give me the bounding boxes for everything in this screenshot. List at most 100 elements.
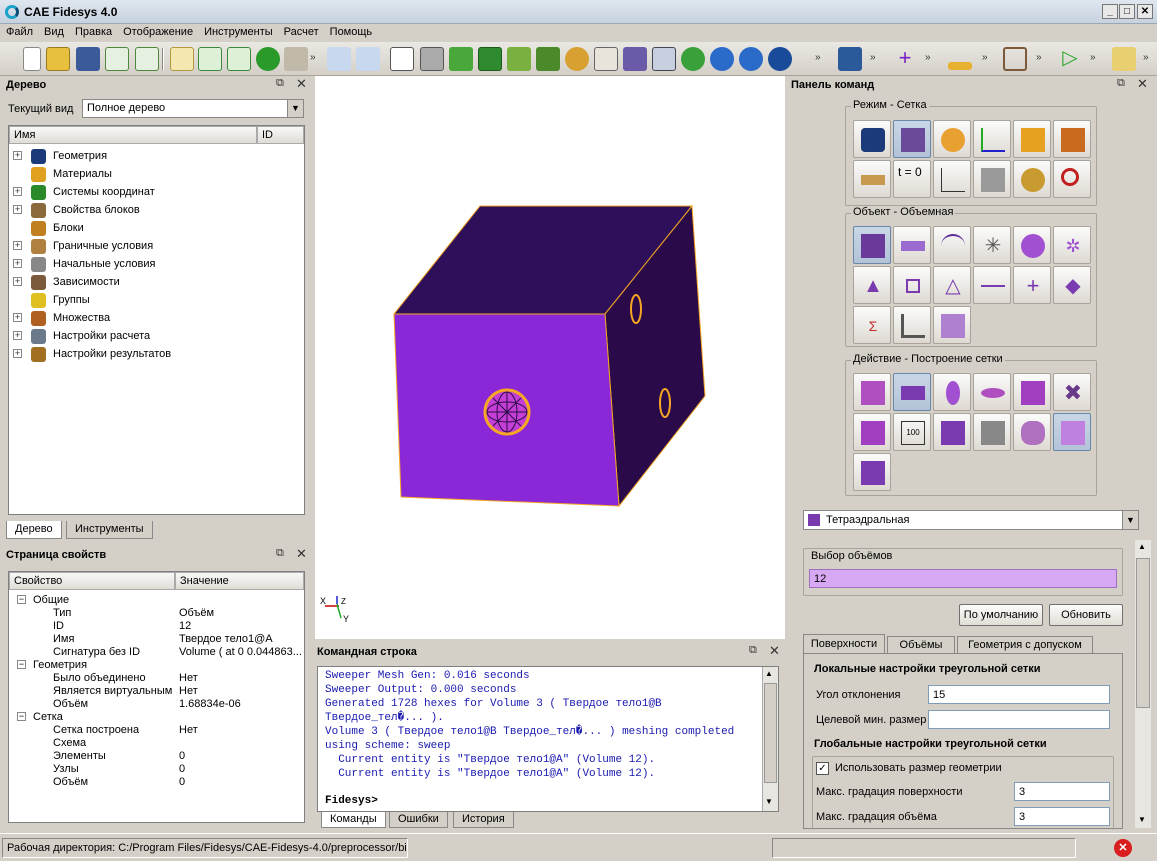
property-key[interactable]: Является виртуальным (53, 685, 172, 697)
export-icon[interactable] (135, 47, 159, 71)
tab-tree[interactable]: Дерево (6, 521, 62, 539)
mode-blocks-button[interactable] (1013, 120, 1051, 158)
property-key[interactable]: Элементы (53, 750, 106, 762)
use-geometry-checkbox[interactable]: ✓ (816, 762, 829, 775)
property-key[interactable]: Схема (53, 737, 86, 749)
object-quad-button[interactable] (893, 266, 931, 304)
zoom-in-icon[interactable] (710, 47, 734, 71)
maximize-button[interactable]: □ (1119, 4, 1135, 19)
bounding-box-icon[interactable] (1003, 47, 1027, 71)
menu-tools[interactable]: Инструменты (198, 24, 278, 38)
tree-item[interactable]: Материалы (9, 166, 299, 184)
mode-bc-button[interactable] (853, 160, 891, 198)
action-copy-button[interactable] (1013, 373, 1051, 411)
col-property-header[interactable]: Свойство (9, 572, 175, 590)
object-curve-button[interactable] (933, 226, 971, 264)
graphics-viewport[interactable]: X Y Z (315, 76, 785, 639)
pause-icon[interactable] (256, 47, 280, 71)
mode-calc-button[interactable] (973, 160, 1011, 198)
property-key[interactable]: Сигнатура без ID (53, 646, 140, 658)
tree-item[interactable]: + Множества (9, 310, 299, 328)
collapse-icon[interactable]: − (17, 660, 26, 669)
expand-icon[interactable]: + (13, 187, 22, 196)
undock-icon[interactable]: ⧉ (276, 77, 284, 90)
collapse-icon[interactable]: − (17, 712, 26, 721)
action-smooth-button[interactable] (973, 373, 1011, 411)
action-cylinder-button[interactable] (1013, 413, 1051, 451)
object-group-button[interactable] (1013, 226, 1051, 264)
update-button[interactable]: Обновить (1049, 604, 1123, 626)
close-button[interactable]: ✕ (1137, 4, 1153, 19)
action-sweep-button[interactable] (853, 453, 891, 491)
toolbar-more-icon-3[interactable]: » (870, 52, 876, 63)
record-id-icon[interactable] (227, 47, 251, 71)
property-key[interactable]: ID (53, 620, 64, 632)
action-delete-button[interactable]: ✖ (1053, 373, 1091, 411)
tree-item[interactable]: + Начальные условия (9, 256, 299, 274)
property-key[interactable]: Сетка построена (53, 724, 139, 736)
min-size-input[interactable] (928, 710, 1110, 729)
menu-help[interactable]: Помощь (324, 24, 378, 38)
object-tri-button[interactable]: △ (933, 266, 971, 304)
mode-initial-button[interactable]: t = 0 (893, 160, 931, 198)
expand-icon[interactable]: + (13, 313, 22, 322)
toolbar-more-icon-2[interactable]: » (815, 52, 821, 63)
col-name-header[interactable]: Имя (9, 126, 257, 144)
scroll-down-icon[interactable]: ▼ (765, 797, 773, 806)
tree-item[interactable]: + Настройки результатов (9, 346, 299, 364)
expand-icon[interactable]: + (13, 259, 22, 268)
undock-icon[interactable]: ⧉ (276, 547, 284, 560)
mode-material-button[interactable] (933, 120, 971, 158)
sort-z-icon[interactable] (1112, 47, 1136, 71)
surface-gradation-input[interactable]: 3 (1014, 782, 1110, 801)
toolbar-more-icon[interactable]: » (310, 52, 316, 63)
expand-icon[interactable]: + (13, 277, 22, 286)
command-output[interactable]: Sweeper Mesh Gen: 0.016 seconds Sweeper O… (317, 666, 779, 812)
property-key[interactable]: Было объединено (53, 672, 146, 684)
build-hammer-icon[interactable] (284, 47, 308, 71)
mode-mesh-button[interactable] (893, 120, 931, 158)
property-group[interactable]: Геометрия (33, 659, 87, 671)
menu-edit[interactable]: Правка (69, 24, 117, 38)
action-mesh-button[interactable] (893, 373, 931, 411)
import-icon[interactable] (105, 47, 129, 71)
mode-dependencies-button[interactable] (933, 160, 971, 198)
command-panel-scrollbar[interactable]: ▲ ▼ (1135, 540, 1151, 828)
mode-geometry-button[interactable] (853, 120, 891, 158)
menu-display[interactable]: Отображение (117, 24, 198, 38)
command-prompt[interactable]: Fidesys> (325, 795, 378, 807)
toolbar-more-icon-4[interactable]: » (925, 52, 931, 63)
select-pointer-icon[interactable] (327, 47, 351, 71)
toolbar-more-icon-6[interactable]: » (1036, 52, 1042, 63)
geometry-shapes-icon[interactable] (507, 47, 531, 71)
volume-gradation-input[interactable]: 3 (1014, 807, 1110, 826)
tree-item[interactable]: Блоки (9, 220, 299, 238)
crosshair-icon[interactable]: + (893, 47, 917, 71)
panel-close-icon[interactable]: ✕ (296, 546, 307, 562)
object-node-button[interactable]: ✲ (1053, 226, 1091, 264)
mode-results-button[interactable] (1013, 160, 1051, 198)
mode-search-button[interactable] (1053, 160, 1091, 198)
gears-icon[interactable] (838, 47, 862, 71)
col-value-header[interactable]: Значение (175, 572, 304, 590)
mode-sets-button[interactable] (1053, 120, 1091, 158)
action-quality-button[interactable] (933, 373, 971, 411)
wireframe-cube-icon[interactable] (390, 47, 414, 71)
new-file-icon[interactable] (23, 47, 41, 71)
expand-icon[interactable]: + (13, 331, 22, 340)
action-surface-mesh-button[interactable] (1053, 413, 1091, 451)
tree-item[interactable]: + Геометрия (9, 148, 299, 166)
object-tet-button[interactable]: ▲ (853, 266, 891, 304)
view-panels-icon[interactable] (652, 47, 676, 71)
expand-icon[interactable]: + (13, 241, 22, 250)
tab-history[interactable]: История (453, 812, 514, 828)
tree-item[interactable]: + Свойства блоков (9, 202, 299, 220)
dropdown-arrow-icon[interactable]: ▼ (1122, 511, 1138, 529)
volume-select-input[interactable]: 12 (809, 569, 1117, 588)
action-number-button[interactable]: 100 (893, 413, 931, 451)
tab-surfaces[interactable]: Поверхности (803, 634, 885, 654)
action-paint-button[interactable] (973, 413, 1011, 451)
property-key[interactable]: Узлы (53, 763, 79, 775)
object-vertex-button[interactable]: ✳ (973, 226, 1011, 264)
script-icon[interactable] (170, 47, 194, 71)
